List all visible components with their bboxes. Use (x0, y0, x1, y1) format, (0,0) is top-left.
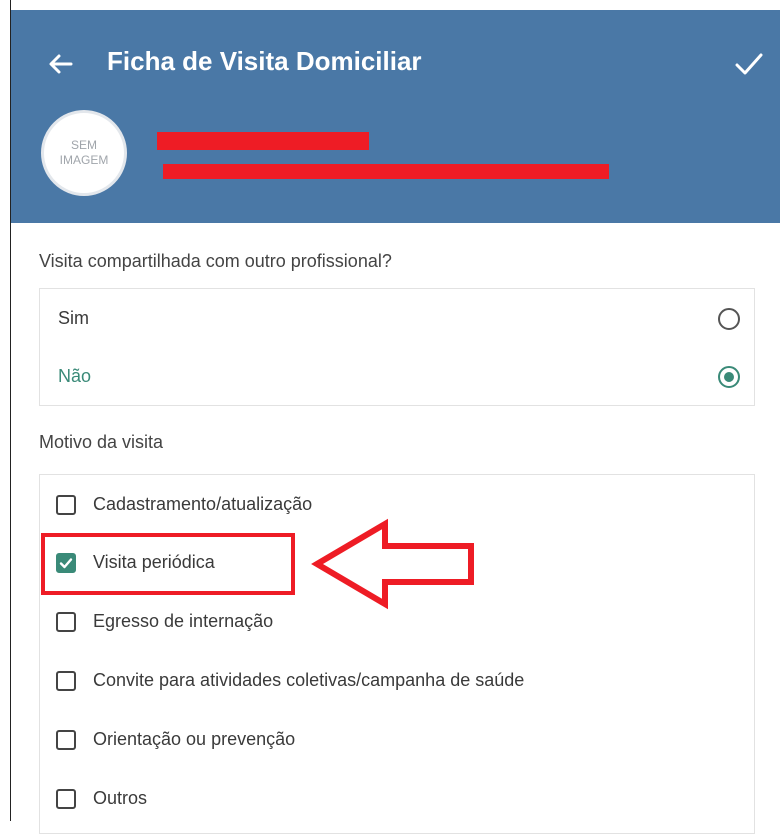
checkbox-option-visita-periodica[interactable]: Visita periódica (40, 534, 754, 592)
check-icon[interactable] (731, 46, 767, 82)
redaction-bar-details (163, 164, 609, 179)
radio-option-nao[interactable]: Não (40, 348, 754, 406)
radio-option-sim[interactable]: Sim (40, 290, 754, 348)
reason-label: Motivo da visita (39, 432, 164, 452)
shared-visit-radio-group: Sim Não (39, 288, 755, 406)
checkbox-label: Convite para atividades coletivas/campan… (93, 670, 525, 690)
reason-checkbox-group: Cadastramento/atualização Visita periódi… (39, 474, 755, 834)
checkbox-label: Visita periódica (93, 552, 215, 572)
checkbox-option-cadastramento[interactable]: Cadastramento/atualização (40, 476, 754, 534)
checkbox-checked-icon[interactable] (56, 553, 76, 573)
app-screen: Ficha de Visita Domiciliar SEM IMAGEM Vi… (10, 0, 780, 834)
app-header: Ficha de Visita Domiciliar SEM IMAGEM (11, 10, 780, 223)
back-arrow-icon[interactable] (45, 48, 77, 80)
radio-unselected-icon[interactable] (718, 308, 740, 330)
avatar: SEM IMAGEM (41, 110, 127, 196)
checkbox-unchecked-icon[interactable] (56, 730, 76, 750)
checkbox-label: Outros (93, 788, 148, 808)
radio-label-nao: Não (58, 366, 92, 386)
checkbox-option-egresso[interactable]: Egresso de internação (40, 593, 754, 651)
page-title: Ficha de Visita Domiciliar (107, 46, 422, 76)
checkbox-unchecked-icon[interactable] (56, 612, 76, 632)
radio-selected-icon[interactable] (718, 366, 740, 388)
checkbox-label: Egresso de internação (93, 611, 274, 631)
redaction-bar-name (157, 132, 369, 150)
radio-label-sim: Sim (58, 308, 89, 328)
shared-visit-question: Visita compartilhada com outro profissio… (39, 251, 392, 271)
checkbox-option-convite[interactable]: Convite para atividades coletivas/campan… (40, 652, 754, 710)
checkbox-label: Cadastramento/atualização (93, 494, 313, 514)
checkbox-option-outros[interactable]: Outros (40, 770, 754, 828)
checkbox-label: Orientação ou prevenção (93, 729, 296, 749)
checkbox-unchecked-icon[interactable] (56, 789, 76, 809)
checkbox-option-orientacao[interactable]: Orientação ou prevenção (40, 711, 754, 769)
checkbox-unchecked-icon[interactable] (56, 495, 76, 515)
checkbox-unchecked-icon[interactable] (56, 671, 76, 691)
avatar-text-line1: SEM (70, 138, 97, 152)
avatar-text-line2: IMAGEM (59, 153, 109, 167)
